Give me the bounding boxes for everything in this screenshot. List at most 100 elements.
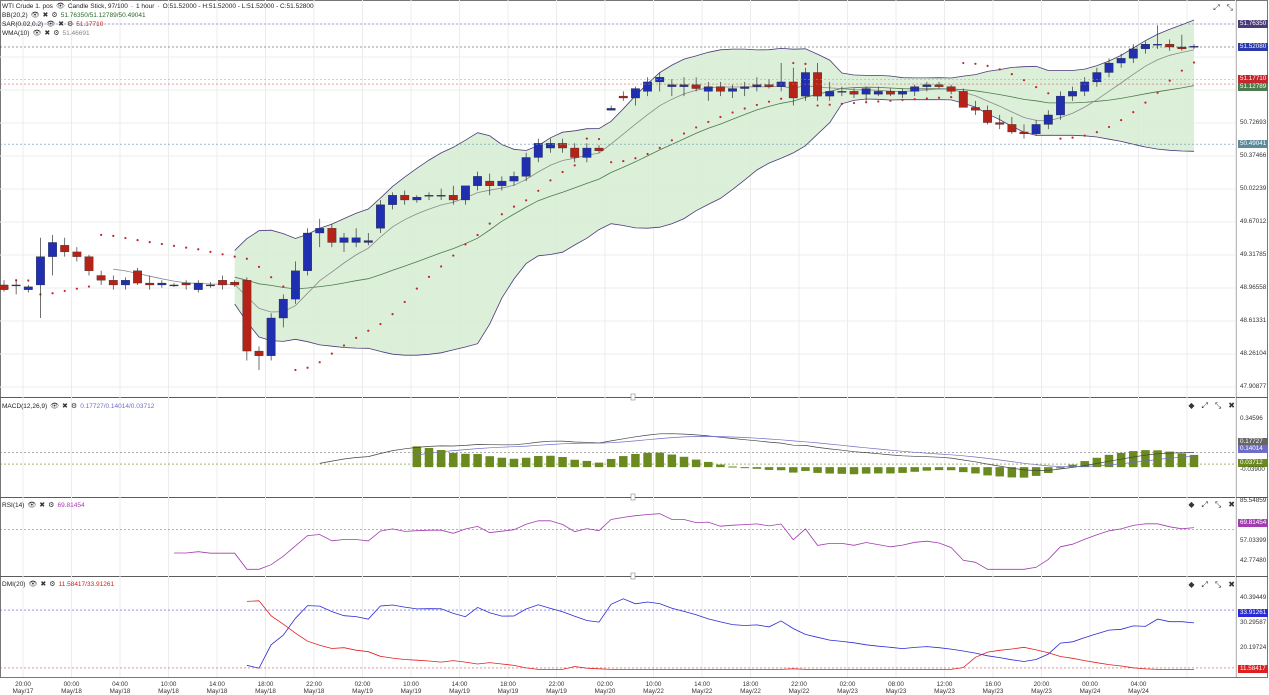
eye-icon[interactable]: 👁	[56, 2, 65, 10]
sar-dot	[998, 68, 1001, 71]
close-icon[interactable]: ✖	[1228, 500, 1235, 510]
macd-histogram-bar	[606, 458, 616, 468]
candle-body	[716, 86, 725, 92]
candle-body	[861, 88, 871, 95]
candle-body	[181, 282, 191, 286]
sar-dot	[1107, 125, 1111, 129]
gear-icon[interactable]: ⚙	[51, 11, 57, 19]
eye-icon[interactable]: 👁	[31, 11, 40, 19]
expand-icon[interactable]: ⤢	[1201, 500, 1207, 510]
eye-icon[interactable]: 👁	[32, 29, 41, 37]
collapse-icon[interactable]: ⤡	[1215, 401, 1221, 411]
close-icon[interactable]: ✖	[1228, 580, 1235, 590]
macd-histogram-bar	[837, 467, 847, 474]
expand-icon[interactable]: ⤢	[1201, 580, 1207, 590]
eye-icon[interactable]: 👁	[28, 580, 37, 588]
eye-icon[interactable]: 👁	[46, 20, 55, 28]
diamond-icon[interactable]: ◆	[1188, 580, 1194, 590]
candle-body	[48, 242, 57, 257]
sar-dot	[391, 313, 394, 316]
candle-body	[728, 88, 737, 92]
macd-histogram-bar	[728, 466, 737, 468]
x-tick-time: 02:00	[354, 681, 371, 688]
sar-dot	[306, 366, 309, 369]
candle-body	[582, 147, 592, 158]
macd-histogram-bar	[534, 456, 543, 468]
macd-histogram-bar	[509, 458, 519, 468]
sar-dot	[525, 199, 528, 202]
sar-dot	[415, 287, 418, 290]
close-icon[interactable]: ✖	[44, 29, 50, 37]
sar-dot	[403, 300, 406, 304]
sar-dot	[379, 322, 382, 326]
macd-histogram-bar	[861, 467, 871, 474]
sar-dot	[270, 276, 273, 279]
candle-body	[679, 84, 689, 87]
candle-body	[521, 157, 531, 177]
expand-icon[interactable]: ⤢	[1213, 3, 1219, 13]
sar-dot	[561, 170, 564, 174]
macd-histogram-bar	[546, 455, 555, 468]
diamond-icon[interactable]: ◆	[1188, 401, 1194, 411]
eye-icon[interactable]: 👁	[50, 402, 59, 410]
sar-dot	[622, 159, 625, 163]
chart-type-label: Candle Stick, 97/100	[67, 2, 128, 10]
x-tick-label: 10:00 May/19	[394, 681, 428, 695]
close-icon[interactable]: ✖	[39, 501, 45, 509]
expand-icon[interactable]: ⤢	[1201, 401, 1207, 411]
close-icon[interactable]: ✖	[62, 402, 68, 410]
sar-dot	[646, 152, 649, 156]
sar-dot	[610, 161, 613, 164]
candle-body	[1043, 114, 1053, 125]
sar-dot	[124, 236, 127, 240]
sar-dot	[367, 329, 370, 332]
close-icon[interactable]: ✖	[40, 580, 46, 588]
sar-dot	[828, 103, 831, 106]
sar-dot	[695, 126, 698, 129]
price-tick: 49.31785	[1240, 251, 1267, 258]
sar-dot	[476, 233, 479, 237]
sar-dot	[318, 361, 321, 364]
collapse-icon[interactable]: ⤡	[1215, 580, 1221, 590]
sar-dot	[719, 115, 722, 119]
macd-histogram-bar	[716, 464, 725, 468]
sar-values: 51.17710	[76, 20, 104, 28]
sar-dot	[294, 368, 297, 372]
macd-histogram-bar	[886, 467, 895, 474]
gear-icon[interactable]: ⚙	[71, 402, 77, 410]
x-tick-time: 04:00	[112, 681, 128, 688]
sar-dot	[1047, 92, 1050, 95]
gear-icon[interactable]: ⚙	[48, 501, 54, 509]
candle-body	[594, 147, 604, 152]
candle-body	[958, 91, 968, 108]
macd-histogram-bar	[521, 457, 531, 468]
x-tick-time: 14:00	[694, 681, 710, 688]
x-tick-time: 22:00	[306, 681, 322, 688]
macd-histogram-bar	[910, 467, 919, 472]
collapse-icon[interactable]: ⤡	[1227, 3, 1233, 13]
candle-body	[995, 122, 1005, 125]
eye-icon[interactable]: 👁	[27, 501, 36, 509]
close-icon[interactable]: ✖	[43, 11, 49, 19]
chart-svg[interactable]	[0, 0, 1269, 692]
sar-tag: 51.17710	[1238, 75, 1268, 83]
candle-body	[412, 196, 422, 201]
diamond-icon[interactable]: ◆	[1188, 500, 1194, 510]
x-tick-time: 18:00	[257, 681, 274, 688]
sar-dot	[51, 292, 54, 295]
gear-icon[interactable]: ⚙	[49, 580, 55, 588]
price-tick: 48.61331	[1240, 317, 1267, 324]
macd-histogram-bar	[485, 456, 494, 468]
candle-body	[825, 91, 835, 97]
candle-body	[461, 185, 470, 201]
collapse-icon[interactable]: ⤡	[1215, 500, 1221, 510]
close-icon[interactable]: ✖	[1228, 401, 1235, 411]
macd-histogram-bar	[704, 461, 713, 468]
gear-icon[interactable]: ⚙	[53, 29, 59, 37]
macd-histogram-bar	[655, 452, 664, 468]
close-icon[interactable]: ✖	[58, 20, 64, 28]
sar-dot	[743, 107, 746, 110]
macd-histogram-bar	[449, 452, 458, 468]
bb-lower-tag: 50.49041	[1238, 140, 1268, 148]
gear-icon[interactable]: ⚙	[67, 20, 73, 28]
